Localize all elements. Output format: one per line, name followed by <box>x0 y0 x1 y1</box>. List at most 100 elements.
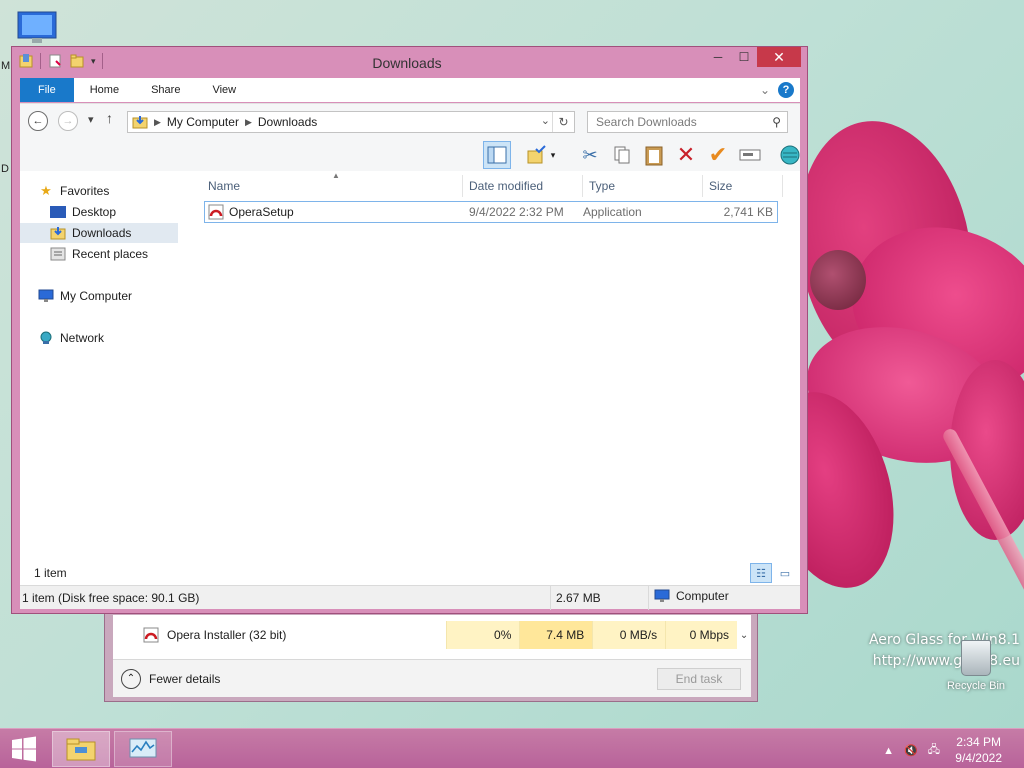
tab-file[interactable]: File <box>20 78 74 102</box>
disk-free-space: 1 item (Disk free space: 90.1 GB) <box>22 591 200 605</box>
location-info: Computer <box>654 589 729 603</box>
nav-item-desktop[interactable]: Desktop <box>20 202 178 222</box>
network-cell: 0 Mbps <box>665 621 738 649</box>
search-icon[interactable]: ⚲ <box>772 115 781 129</box>
file-type: Application <box>583 205 642 219</box>
recent-locations-icon[interactable]: ▾ <box>88 113 94 126</box>
window-title: Downloads <box>372 55 442 71</box>
selection-size: 2.67 MB <box>556 591 601 605</box>
close-button[interactable]: ✕ <box>757 47 801 67</box>
breadcrumb-separator-icon[interactable]: ▶ <box>154 117 161 128</box>
window-controls: ─ ☐ ✕ <box>705 47 801 67</box>
computer-icon <box>654 589 670 602</box>
tab-view[interactable]: View <box>196 78 252 102</box>
command-toolbar: ▾ ✂ ✕ ✔ <box>20 139 800 171</box>
address-bar[interactable]: ▶ My Computer ▶ Downloads ⌄ ↻ <box>127 111 575 133</box>
separator <box>40 53 41 69</box>
recycle-bin-icon[interactable]: Recycle Bin <box>944 640 1008 692</box>
desktop-icon-label[interactable]: M <box>1 60 10 72</box>
taskbar: ▲ 🔇 🖧 2:34 PM 9/4/2022 <box>0 728 1024 768</box>
nav-label: Desktop <box>72 205 117 219</box>
explorer-window: Downloads ▾ ─ ☐ ✕ File Home Share View ⌄… <box>11 46 808 614</box>
taskbar-clock[interactable]: 2:34 PM 9/4/2022 <box>955 734 1002 766</box>
network-icon <box>38 331 54 345</box>
separator <box>550 586 551 610</box>
nav-item-downloads[interactable]: Downloads <box>20 223 178 243</box>
file-date: 9/4/2022 2:32 PM <box>469 205 564 219</box>
memory-cell: 7.4 MB <box>519 621 593 649</box>
maximize-button[interactable]: ☐ <box>731 47 757 67</box>
taskbar-task-manager-button[interactable] <box>114 731 172 767</box>
new-folder-icon[interactable] <box>69 53 85 69</box>
nav-item-favorites[interactable]: ★ Favorites <box>20 181 178 201</box>
show-hidden-icons-icon[interactable]: ▲ <box>883 745 894 757</box>
expand-ribbon-icon[interactable]: ⌄ <box>760 83 770 97</box>
windows-start-icon[interactable] <box>8 735 40 763</box>
back-button[interactable]: ← <box>28 111 48 131</box>
volume-muted-icon[interactable]: 🔇 <box>904 744 918 757</box>
column-header-name[interactable]: Name ▲ <box>204 171 463 197</box>
globe-icon[interactable] <box>776 141 804 169</box>
nav-item-network[interactable]: Network <box>20 328 178 348</box>
up-arrow-icon[interactable]: ↑ <box>106 110 113 126</box>
opera-icon <box>143 627 159 643</box>
scroll-down-icon[interactable]: ⌄ <box>737 630 751 641</box>
view-switcher: ☷ ▭ <box>750 563 796 583</box>
search-input[interactable]: Search Downloads ⚲ <box>587 111 788 133</box>
large-icons-view-icon[interactable]: ▭ <box>774 563 796 583</box>
trash-icon <box>961 640 991 676</box>
customize-qat-icon[interactable]: ▾ <box>91 56 96 67</box>
navigation-pane: ★ Favorites Desktop Downloads Recent pla… <box>20 171 180 561</box>
search-placeholder: Search Downloads <box>596 115 697 129</box>
fewer-details-link[interactable]: Fewer details <box>149 672 220 686</box>
tab-home[interactable]: Home <box>74 78 135 102</box>
location-label: Computer <box>676 589 729 603</box>
delete-icon[interactable]: ✕ <box>672 141 700 169</box>
quick-access-toolbar: ▾ <box>18 53 103 69</box>
table-row[interactable]: OperaSetup 9/4/2022 2:32 PM Application … <box>204 201 778 223</box>
paste-icon[interactable] <box>640 141 668 169</box>
taskbar-explorer-button[interactable] <box>52 731 110 767</box>
help-icon[interactable]: ? <box>778 82 794 98</box>
properties-icon[interactable] <box>47 53 63 69</box>
column-header-date[interactable]: Date modified <box>465 175 583 197</box>
column-header-type[interactable]: Type <box>585 175 703 197</box>
nav-label: Downloads <box>72 226 132 240</box>
nav-item-recent-places[interactable]: Recent places <box>20 244 178 264</box>
file-name: OperaSetup <box>229 205 294 219</box>
content-area: ★ Favorites Desktop Downloads Recent pla… <box>20 171 800 561</box>
downloads-folder-icon <box>132 116 148 129</box>
sort-ascending-icon: ▲ <box>332 171 340 180</box>
end-task-button[interactable]: End task <box>657 668 741 690</box>
breadcrumb-my-computer[interactable]: My Computer <box>167 115 239 129</box>
task-manager-body: Opera Installer (32 bit) 0% 7.4 MB 0 MB/… <box>113 615 751 697</box>
chevron-up-icon[interactable]: ⌃ <box>121 668 141 689</box>
network-status-icon[interactable]: 🖧 <box>928 741 940 760</box>
tab-share[interactable]: Share <box>135 78 196 102</box>
refresh-icon[interactable]: ↻ <box>552 112 574 132</box>
nav-item-my-computer[interactable]: My Computer <box>20 286 178 306</box>
chevron-down-icon[interactable]: ▾ <box>547 141 559 169</box>
cut-icon[interactable]: ✂ <box>576 141 604 169</box>
desktop-icon-label[interactable]: D <box>1 163 9 175</box>
column-header-size[interactable]: Size <box>705 175 783 197</box>
forward-button[interactable]: → <box>58 111 78 131</box>
clock-time: 2:34 PM <box>956 735 1001 749</box>
breadcrumb-separator-icon[interactable]: ▶ <box>245 117 252 128</box>
process-row[interactable]: Opera Installer (32 bit) 0% 7.4 MB 0 MB/… <box>113 621 751 649</box>
preview-pane-icon[interactable] <box>483 141 511 169</box>
breadcrumb-downloads[interactable]: Downloads <box>258 115 317 129</box>
system-tray: ▲ 🔇 🖧 <box>883 741 940 760</box>
computer-desktop-icon[interactable] <box>14 10 60 46</box>
rename-icon[interactable] <box>736 141 764 169</box>
ribbon-tabs: File Home Share View ⌄ ? <box>20 78 800 102</box>
copy-icon[interactable] <box>608 141 636 169</box>
file-explorer-icon <box>66 738 96 761</box>
details-view-icon[interactable]: ☷ <box>750 563 772 583</box>
minimize-button[interactable]: ─ <box>705 47 731 67</box>
checkmark-icon[interactable]: ✔ <box>704 141 732 169</box>
title-bar[interactable]: Downloads ▾ ─ ☐ ✕ <box>12 47 807 77</box>
nav-label: Recent places <box>72 247 149 261</box>
address-dropdown-icon[interactable]: ⌄ <box>541 114 550 127</box>
separator <box>101 53 103 69</box>
